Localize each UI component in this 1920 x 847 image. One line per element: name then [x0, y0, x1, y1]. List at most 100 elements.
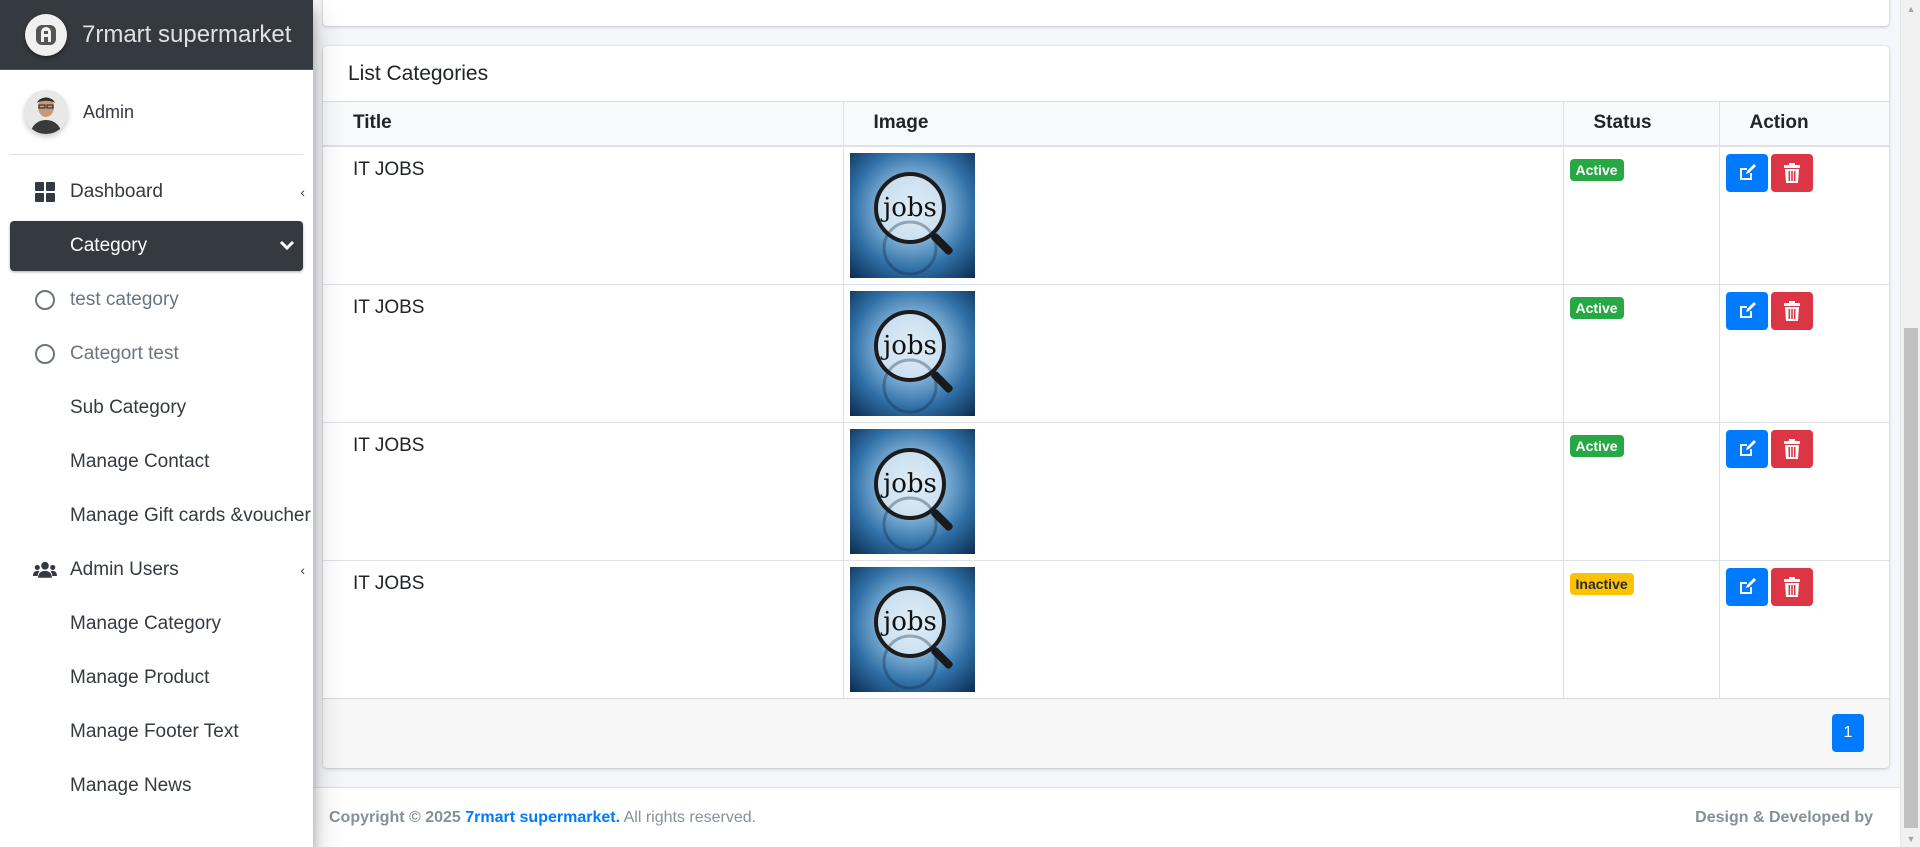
status-badge[interactable]: Active — [1569, 435, 1624, 457]
delete-button[interactable] — [1770, 568, 1813, 606]
footer-credit: Design & Developed by — [1695, 809, 1873, 826]
sidebar-item-category[interactable]: Category — [10, 221, 303, 271]
row-image-cell: jobs — [842, 145, 1564, 285]
sidebar-item-label: Manage Contact — [70, 451, 210, 472]
footer-copyright: Copyright © 2025 7rmart supermarket. All… — [329, 809, 756, 827]
column-header-image: Image — [842, 102, 1564, 147]
row-image-cell: jobs — [842, 560, 1564, 699]
circle-icon — [33, 342, 57, 366]
sidebar-item-categort-test[interactable]: Categort test — [10, 329, 303, 379]
status-badge[interactable]: Inactive — [1569, 573, 1634, 595]
brand-logo-icon — [25, 13, 67, 56]
content-wrapper: List Categories Title Image Status Actio… — [313, 0, 1900, 847]
edit-button[interactable] — [1725, 292, 1768, 330]
sidebar-item-label: Categort test — [70, 343, 179, 364]
sidebar-item-label: Admin Users — [70, 559, 179, 580]
image-caption: jobs — [880, 469, 937, 499]
category-image: jobs — [849, 153, 975, 278]
top-card — [323, 0, 1889, 26]
trash-icon — [1783, 439, 1800, 459]
table-header-row: Title Image Status Action — [323, 102, 1889, 147]
status-badge[interactable]: Active — [1569, 297, 1624, 319]
delete-button[interactable] — [1770, 430, 1813, 468]
row-status-cell: Inactive — [1562, 560, 1720, 699]
image-caption: jobs — [880, 193, 937, 223]
row-title: IT JOBS — [323, 145, 844, 285]
row-action-cell — [1718, 560, 1889, 699]
sidebar-item-label: Manage Gift cards &voucher — [70, 505, 311, 526]
category-image: jobs — [849, 429, 975, 554]
trash-icon — [1783, 163, 1800, 183]
brand-text: 7rmart supermarket — [82, 20, 292, 48]
edit-button[interactable] — [1725, 430, 1768, 468]
row-title: IT JOBS — [323, 560, 844, 699]
column-header-title: Title — [323, 102, 844, 147]
sidebar-item-manage-category[interactable]: Manage Category — [10, 599, 303, 649]
user-panel[interactable]: Admin — [10, 70, 303, 155]
sidebar-item-label: Manage Product — [70, 667, 210, 688]
card-title: List Categories — [323, 46, 1889, 102]
status-badge[interactable]: Active — [1569, 159, 1624, 181]
trash-icon — [1783, 577, 1800, 597]
card-footer: 1 — [323, 698, 1889, 768]
row-action-cell — [1718, 284, 1889, 423]
sidebar-item-sub-category[interactable]: Sub Category — [10, 383, 303, 433]
circle-icon — [33, 288, 57, 312]
row-status-cell: Active — [1562, 422, 1720, 561]
sidebar-item-test-category[interactable]: test category — [10, 275, 303, 325]
row-image-cell: jobs — [842, 422, 1564, 561]
sidebar-item-label: Manage Category — [70, 613, 222, 634]
sidebar-item-manage-gift-cards[interactable]: Manage Gift cards &voucher — [10, 491, 311, 541]
sidebar-item-manage-footer-text[interactable]: Manage Footer Text — [10, 707, 303, 757]
footer-brand-link[interactable]: 7rmart supermarket. — [465, 809, 620, 826]
pagination-page-1[interactable]: 1 — [1832, 714, 1864, 752]
sidebar-item-manage-contact[interactable]: Manage Contact — [10, 437, 303, 487]
edit-button[interactable] — [1725, 568, 1768, 606]
chevron-down-icon — [279, 238, 295, 254]
brand-link[interactable]: 7rmart supermarket — [0, 0, 313, 70]
row-action-cell — [1718, 145, 1889, 285]
sidebar-item-label: Category — [70, 235, 148, 256]
category-image: jobs — [849, 291, 975, 416]
trash-icon — [1783, 301, 1800, 321]
sidebar-item-label: Dashboard — [70, 181, 163, 202]
column-header-status: Status — [1562, 102, 1720, 147]
sidebar-item-manage-news[interactable]: Manage News — [10, 761, 303, 811]
sidebar-item-manage-product[interactable]: Manage Product — [10, 653, 303, 703]
row-status-cell: Active — [1562, 284, 1720, 423]
row-title: IT JOBS — [323, 284, 844, 423]
delete-button[interactable] — [1770, 292, 1813, 330]
scroll-up-icon[interactable]: ▲ — [1901, 0, 1920, 17]
row-action-cell — [1718, 422, 1889, 561]
row-image-cell: jobs — [842, 284, 1564, 423]
page-scrollbar[interactable]: ▲ ▼ — [1900, 0, 1920, 847]
column-header-action: Action — [1718, 102, 1889, 147]
page-footer: Copyright © 2025 7rmart supermarket. All… — [313, 787, 1900, 847]
image-caption: jobs — [880, 331, 937, 361]
edit-icon — [1739, 578, 1756, 594]
table-row: IT JOBS jobs Active — [323, 284, 1889, 423]
list-categories-card: List Categories Title Image Status Actio… — [323, 46, 1889, 768]
copyright-prefix: Copyright © 2025 — [329, 809, 461, 826]
footer-rights: All rights reserved. — [623, 809, 757, 826]
sidebar-item-dashboard[interactable]: Dashboard ‹ — [10, 167, 305, 217]
chevron-left-icon: ‹ — [300, 184, 305, 200]
avatar — [24, 90, 68, 134]
sidebar-item-label: test category — [70, 289, 179, 310]
dashboard-icon — [33, 180, 57, 204]
scroll-thumb[interactable] — [1904, 328, 1918, 828]
edit-button[interactable] — [1725, 154, 1768, 192]
category-image: jobs — [849, 567, 975, 692]
edit-icon — [1739, 164, 1756, 180]
delete-button[interactable] — [1770, 154, 1813, 192]
row-title: IT JOBS — [323, 422, 844, 561]
users-icon — [33, 558, 57, 582]
categories-table: Title Image Status Action IT JOBS jobs A… — [323, 102, 1889, 699]
table-row: IT JOBS jobs Active — [323, 145, 1889, 285]
user-name[interactable]: Admin — [83, 102, 134, 123]
sidebar-item-admin-users[interactable]: Admin Users ‹ — [10, 545, 305, 595]
edit-icon — [1739, 440, 1756, 456]
chevron-left-icon: ‹ — [300, 562, 305, 578]
scroll-down-icon[interactable]: ▼ — [1901, 830, 1920, 847]
table-row: IT JOBS jobs Active — [323, 422, 1889, 561]
